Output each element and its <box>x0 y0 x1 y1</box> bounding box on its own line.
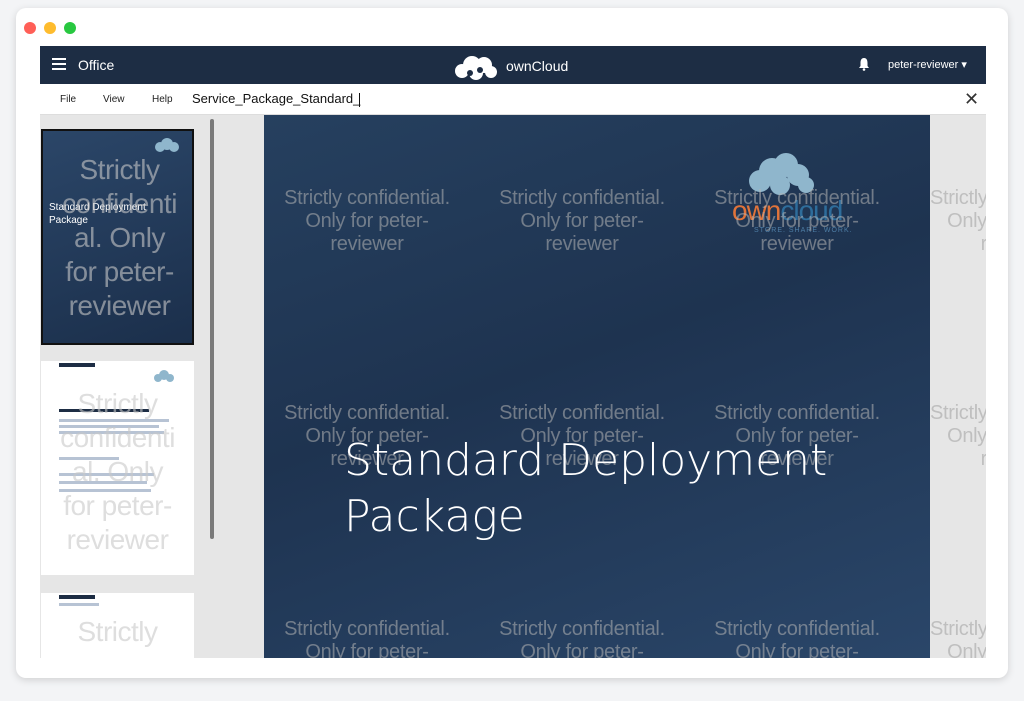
watermark-line: reviewer <box>66 524 169 555</box>
watermark-line: al. Only <box>72 456 163 487</box>
watermark: Strictly confidential.Only for peter-rev… <box>499 618 665 658</box>
watermark-line: reviewer <box>68 290 171 321</box>
watermark: Strictly confidential.Only for peter-rev… <box>284 618 450 658</box>
watermark: Strictly confidential.Only for peter-rev… <box>714 618 880 658</box>
app-name[interactable]: Office <box>78 57 114 73</box>
slide-thumbnail-1[interactable]: Standard Deployment Package Strictly con… <box>41 129 194 345</box>
menu-bar: File View Help ✕ <box>40 84 986 115</box>
owncloud-logo-icon <box>455 56 497 80</box>
text-cursor <box>359 93 360 107</box>
watermark-line: confidenti <box>60 422 175 453</box>
minimize-window-button[interactable] <box>44 22 56 34</box>
notifications-bell-icon[interactable] <box>858 57 870 71</box>
watermark: Strictly confidential.Only for peter-rev… <box>284 187 450 255</box>
watermark-line: confidenti <box>62 188 177 219</box>
watermark-line: for peter- <box>63 490 172 521</box>
maximize-window-button[interactable] <box>64 22 76 34</box>
thumbnail-watermark: Strictly confidenti al. Only for peter- … <box>43 153 192 323</box>
slide-title[interactable]: Standard Deployment Package <box>344 433 827 545</box>
close-window-button[interactable] <box>24 22 36 34</box>
slide-thumbnail-2[interactable]: Strictly confidenti al. Only for peter- … <box>41 361 194 575</box>
thumbnail-header-bar <box>59 595 95 599</box>
watermark: Strictly confidential.Only for peter-rev… <box>499 187 665 255</box>
watermark-partial: Strictly Only r <box>930 402 986 470</box>
brand-name: ownCloud <box>506 58 569 74</box>
thumbnail-text-line <box>59 603 99 606</box>
thumbnail-watermark: Strictly confidenti al. Only for peter- … <box>41 387 194 557</box>
hamburger-menu-icon[interactable] <box>52 58 66 70</box>
watermark-line: for peter- <box>65 256 174 287</box>
slide-title-line-1: Standard Deployment <box>344 435 828 486</box>
close-document-icon[interactable]: ✕ <box>964 89 979 110</box>
canvas-margin: Strictly Only r Strictly Only r Strictly Only <box>930 115 986 658</box>
window-controls <box>24 22 76 34</box>
slide-canvas[interactable]: owncloud STORE. SHARE. WORK. Strictly co… <box>264 115 930 658</box>
slide-thumbnail-3[interactable]: Strictly <box>41 593 194 658</box>
menu-file[interactable]: File <box>60 94 76 105</box>
slide-thumbnails-panel: Standard Deployment Package Strictly con… <box>40 115 215 658</box>
office-app: Office ownCloud peter-reviewer ▾ File Vi… <box>40 46 986 658</box>
watermark-line: Strictly <box>77 616 159 647</box>
owncloud-logo-icon <box>154 370 174 382</box>
watermark-partial: Strictly Only r <box>930 187 986 255</box>
watermark-line: Strictly <box>79 154 161 185</box>
menu-view[interactable]: View <box>103 94 125 105</box>
watermark-line: Strictly <box>77 388 159 419</box>
document-name-input[interactable] <box>192 91 362 106</box>
watermark-partial: Strictly Only <box>930 618 986 658</box>
thumbnail-scrollbar[interactable] <box>210 119 214 539</box>
watermark-line: al. Only <box>74 222 165 253</box>
thumbnail-header-bar <box>59 363 95 367</box>
app-window: Office ownCloud peter-reviewer ▾ File Vi… <box>16 8 1008 678</box>
user-menu[interactable]: peter-reviewer ▾ <box>888 58 967 71</box>
thumbnail-watermark: Strictly <box>41 615 194 649</box>
watermark: Strictly confidential.Only for peter-rev… <box>714 187 880 255</box>
owncloud-brand[interactable]: ownCloud <box>450 51 568 81</box>
slide-title-line-2: Package <box>344 491 525 542</box>
top-bar: Office ownCloud peter-reviewer ▾ <box>40 46 986 84</box>
menu-help[interactable]: Help <box>152 94 173 105</box>
